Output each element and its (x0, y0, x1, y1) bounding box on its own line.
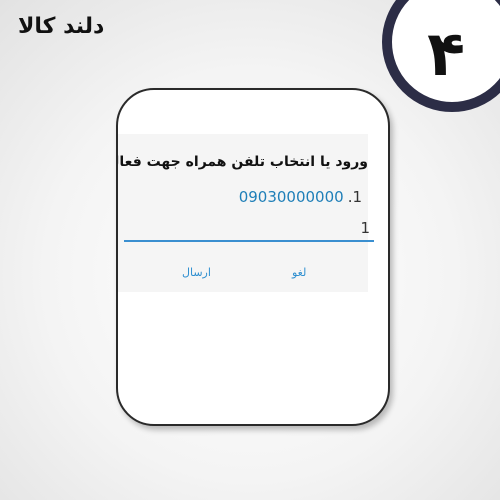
send-button[interactable]: ارسال (182, 266, 211, 279)
activation-dialog: ورود یا انتخاب تلفن همراه جهت فعال سازی … (118, 134, 374, 292)
phone-number: 09030000000 (238, 188, 344, 206)
cancel-button[interactable]: لغو (292, 266, 306, 279)
option-index: .1 (347, 188, 362, 206)
brand-logo-text: دلند کالا (18, 14, 105, 39)
phone-frame: ورود یا انتخاب تلفن همراه جهت فعال سازی … (116, 88, 390, 426)
dialog-title: ورود یا انتخاب تلفن همراه جهت فعال سازی (118, 154, 368, 170)
selection-input[interactable] (124, 216, 374, 242)
step-badge: ۴ (382, 0, 500, 112)
phone-option-item[interactable]: 09030000000 .1 (239, 188, 362, 206)
step-number: ۴ (427, 16, 465, 90)
